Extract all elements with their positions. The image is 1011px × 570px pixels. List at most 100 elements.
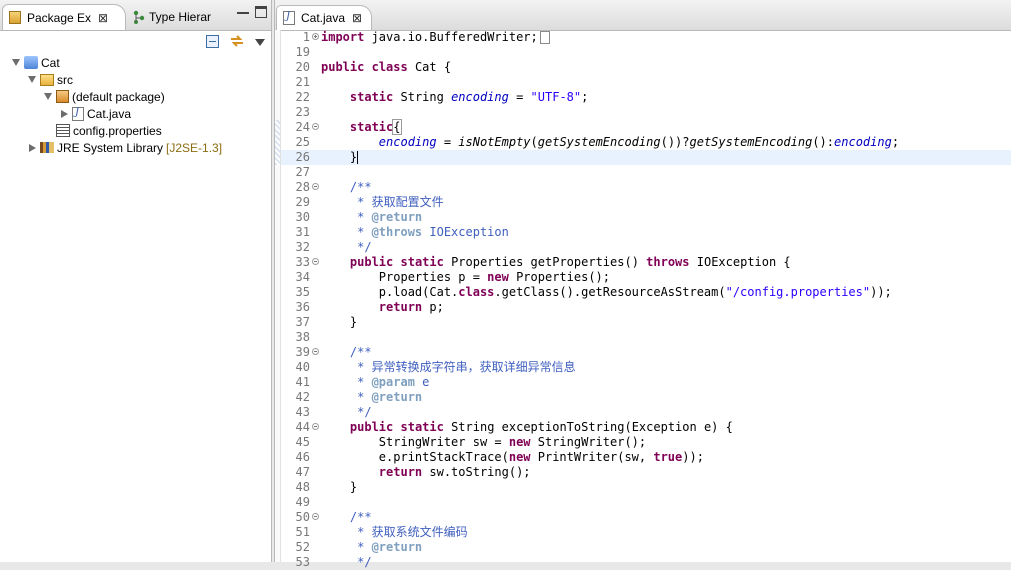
code-text: return sw.toString(); — [378, 465, 531, 479]
tree-item-src[interactable]: src — [0, 71, 271, 88]
code-text: * @return — [321, 390, 423, 404]
code-line[interactable]: 22 static String encoding = "UTF-8"; — [281, 90, 1011, 105]
tree-item-project-cat[interactable]: Cat — [0, 54, 271, 71]
line-number: 37 — [295, 315, 310, 329]
line-number: 33 — [295, 255, 310, 269]
collapse-fold-icon[interactable] — [312, 123, 319, 130]
expand-toggle-icon[interactable] — [44, 93, 52, 100]
tab-package-explorer[interactable]: Package Ex ⊠ — [2, 4, 126, 30]
code-line[interactable]: 30 * @return — [281, 210, 1011, 225]
code-line[interactable]: 46 e.printStackTrace(new PrintWriter(sw,… — [281, 450, 1011, 465]
collapse-fold-icon[interactable] — [312, 258, 319, 265]
collapse-fold-icon[interactable] — [312, 348, 319, 355]
folded-imports-marker[interactable] — [539, 31, 550, 44]
code-line[interactable]: 51 * 获取系统文件编码 — [281, 525, 1011, 540]
code-text: } — [321, 315, 358, 329]
code-text: /** — [321, 345, 372, 359]
line-number: 43 — [295, 405, 310, 419]
code-line[interactable]: 23 — [281, 105, 1011, 120]
code-line[interactable]: 1 import java.io.BufferedWriter; — [281, 30, 1011, 45]
code-line[interactable]: 36 return p; — [281, 300, 1011, 315]
code-line[interactable]: 53 */ — [281, 555, 1011, 570]
code-line[interactable]: 52 * @return — [281, 540, 1011, 555]
project-tree: Cat src (default package) Cat.java confi… — [0, 54, 271, 156]
tree-item-label: (default package) — [72, 89, 165, 104]
code-line[interactable]: 20 public class Cat { — [281, 60, 1011, 75]
line-number: 44 — [295, 420, 310, 434]
code-line[interactable]: 26 } — [281, 150, 1011, 165]
code-text: /** — [321, 180, 372, 194]
close-icon[interactable]: ⊠ — [98, 11, 108, 25]
collapse-fold-icon[interactable] — [312, 423, 319, 430]
code-text: */ — [321, 555, 372, 569]
expand-toggle-icon[interactable] — [61, 109, 68, 118]
code-line[interactable]: 49 — [281, 495, 1011, 510]
line-number: 25 — [295, 135, 310, 149]
code-editor[interactable]: 1 import java.io.BufferedWriter; 19 20 publi… — [275, 30, 1011, 569]
type-hierarchy-icon — [133, 10, 145, 24]
package-explorer-icon — [9, 11, 21, 24]
code-line[interactable]: 25 encoding = isNotEmpty(getSystemEncodi… — [281, 135, 1011, 150]
line-number: 28 — [295, 180, 310, 194]
code-text: * 异常转换成字符串，获取详细异常信息 — [321, 360, 576, 374]
code-line[interactable]: 24 static{ — [281, 119, 1011, 135]
expand-toggle-icon[interactable] — [28, 76, 36, 83]
collapse-fold-icon[interactable] — [312, 513, 319, 520]
code-line[interactable]: 27 — [281, 165, 1011, 180]
collapse-fold-icon[interactable] — [312, 183, 319, 190]
code-text: * @return — [321, 540, 423, 554]
code-line[interactable]: 45 StringWriter sw = new StringWriter(); — [281, 435, 1011, 450]
code-text: e.printStackTrace(new PrintWriter(sw, tr… — [321, 450, 704, 464]
code-line[interactable]: 44 public static String exceptionToStrin… — [281, 420, 1011, 435]
tree-item-cat-java[interactable]: Cat.java — [0, 105, 271, 122]
collapse-all-icon[interactable] — [206, 34, 219, 48]
code-text: public static String exceptionToString(E… — [349, 420, 733, 434]
code-line[interactable]: 28 /** — [281, 180, 1011, 195]
code-line[interactable]: 50 /** — [281, 510, 1011, 525]
code-line[interactable]: 37 } — [281, 315, 1011, 330]
line-number: 45 — [295, 435, 310, 449]
code-line[interactable]: 43 */ — [281, 405, 1011, 420]
tree-item-default-package[interactable]: (default package) — [0, 88, 271, 105]
code-line[interactable]: 21 — [281, 75, 1011, 90]
code-line[interactable]: 40 * 异常转换成字符串，获取详细异常信息 — [281, 360, 1011, 375]
expand-toggle-icon[interactable] — [29, 143, 36, 152]
tree-item-label: JRE System Library — [57, 140, 164, 155]
code-line[interactable]: 35 p.load(Cat.class.getClass().getResour… — [281, 285, 1011, 300]
tree-item-config-properties[interactable]: config.properties — [0, 122, 271, 139]
code-line[interactable]: 33 public static Properties getPropertie… — [281, 255, 1011, 270]
line-number: 34 — [295, 270, 310, 284]
editor-tabbar: Cat.java ⊠ — [275, 0, 1011, 31]
close-icon[interactable]: ⊠ — [352, 11, 362, 25]
code-line[interactable]: 31 * @throws IOException — [281, 225, 1011, 240]
tree-item-jre-library[interactable]: JRE System Library [J2SE-1.3] — [0, 139, 271, 156]
expand-toggle-icon[interactable] — [12, 59, 20, 66]
code-line[interactable]: 42 * @return — [281, 390, 1011, 405]
code-line[interactable]: 39 /** — [281, 345, 1011, 360]
code-line[interactable]: 19 — [281, 45, 1011, 60]
code-line[interactable]: 38 — [281, 330, 1011, 345]
code-text: import java.io.BufferedWriter; — [321, 30, 550, 45]
tab-type-hierarchy[interactable]: Type Hierar — [128, 4, 224, 30]
code-line[interactable]: 34 Properties p = new Properties(); — [281, 270, 1011, 285]
link-with-editor-icon[interactable] — [229, 34, 245, 48]
code-line[interactable]: 48 } — [281, 480, 1011, 495]
code-line[interactable]: 47 return sw.toString(); — [281, 465, 1011, 480]
line-number: 41 — [295, 375, 310, 389]
code-text: public static Properties getProperties()… — [349, 255, 791, 269]
tree-item-label: Cat.java — [87, 106, 132, 121]
view-menu-icon[interactable] — [255, 38, 265, 46]
code-text: * @param e — [321, 375, 430, 389]
code-text: public class Cat { — [321, 60, 452, 74]
code-line[interactable]: 41 * @param e — [281, 375, 1011, 390]
code-text: */ — [321, 240, 372, 254]
minimize-icon[interactable] — [237, 6, 249, 14]
code-text: encoding = isNotEmpty(getSystemEncoding(… — [378, 135, 900, 149]
code-text: } — [321, 480, 358, 494]
expand-fold-icon[interactable] — [312, 33, 319, 40]
library-icon — [40, 142, 54, 153]
code-line[interactable]: 32 */ — [281, 240, 1011, 255]
tab-cat-java[interactable]: Cat.java ⊠ — [276, 5, 372, 30]
code-line[interactable]: 29 * 获取配置文件 — [281, 195, 1011, 210]
maximize-icon[interactable] — [255, 6, 267, 18]
